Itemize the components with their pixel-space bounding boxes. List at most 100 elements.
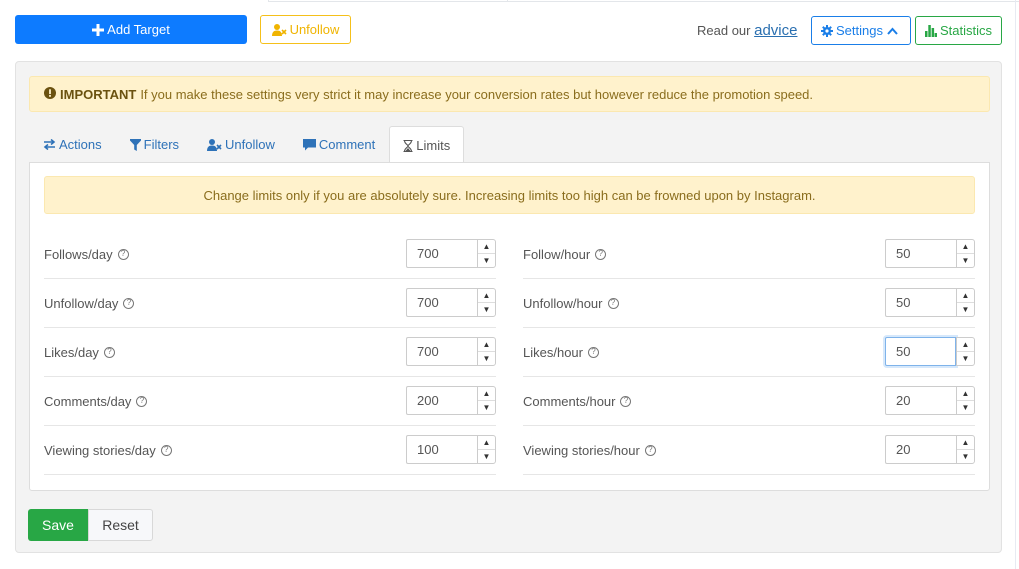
tab-bar: Actions Filters Unfollow Comment Limits <box>29 126 465 164</box>
help-icon[interactable]: ? <box>644 444 656 456</box>
help-icon[interactable]: ? <box>160 444 172 456</box>
increment-icon[interactable]: ▲ <box>957 436 974 450</box>
decrement-icon[interactable]: ▼ <box>478 303 495 316</box>
stepper-arrows: ▲ ▼ <box>477 238 496 268</box>
limits-alert-text: Change limits only if you are absolutely… <box>203 187 816 203</box>
help-icon[interactable]: ? <box>595 248 607 260</box>
stepper-arrows: ▲ ▼ <box>477 336 496 366</box>
limit-label: Comments/day? <box>44 394 148 409</box>
increment-icon[interactable]: ▲ <box>478 436 495 450</box>
chevron-up-icon <box>887 27 898 35</box>
save-button[interactable]: Save <box>28 509 88 541</box>
tab-label: Filters <box>143 137 180 152</box>
tab-actions[interactable]: Actions <box>29 126 116 163</box>
increment-icon[interactable]: ▲ <box>478 338 495 352</box>
filter-icon <box>129 138 141 151</box>
help-icon[interactable]: ? <box>620 395 632 407</box>
limit-input[interactable] <box>885 336 956 366</box>
limit-label: Comments/hour? <box>523 394 632 409</box>
limit-stepper: ▲▼ <box>885 287 975 317</box>
limit-input[interactable] <box>885 385 956 415</box>
reset-button[interactable]: Reset <box>88 509 153 541</box>
limit-input[interactable] <box>885 238 956 268</box>
increment-icon[interactable]: ▲ <box>957 387 974 401</box>
tab-unfollow[interactable]: Unfollow <box>193 126 289 163</box>
limit-label: Follow/hour? <box>523 246 607 262</box>
decrement-icon[interactable]: ▼ <box>957 303 974 316</box>
limit-label: Unfollow/day? <box>44 296 135 311</box>
limit-label: Follows/day? <box>44 247 129 262</box>
advice-text: Read our advice <box>697 22 797 39</box>
decrement-icon[interactable]: ▼ <box>957 401 974 414</box>
limit-input[interactable] <box>406 238 477 268</box>
stepper-arrows: ▲ ▼ <box>956 336 975 366</box>
tab-limits[interactable]: Limits <box>389 126 465 164</box>
stepper-arrows: ▲ ▼ <box>477 434 496 464</box>
limit-input[interactable] <box>406 385 477 415</box>
limit-stepper: ▲▼ <box>885 238 975 268</box>
increment-icon[interactable]: ▲ <box>957 338 974 352</box>
decrement-icon[interactable]: ▼ <box>478 401 495 414</box>
add-target-button[interactable]: Add Target <box>15 15 247 44</box>
limit-input[interactable] <box>406 434 477 464</box>
settings-label: Settings <box>836 23 883 38</box>
limit-input[interactable] <box>406 287 477 317</box>
user-times-icon <box>271 23 287 36</box>
advice-link[interactable]: advice <box>754 22 797 39</box>
statistics-button[interactable]: Statistics <box>915 16 1002 45</box>
limit-row: Comments/hour? ▲▼ <box>523 377 975 426</box>
decrement-icon[interactable]: ▼ <box>478 352 495 365</box>
decrement-icon[interactable]: ▼ <box>957 254 974 267</box>
help-icon[interactable]: ? <box>587 346 599 358</box>
important-alert: IMPORTANT If you make these settings ver… <box>29 76 990 112</box>
decrement-icon[interactable]: ▼ <box>478 450 495 463</box>
limit-label-text: Follow/hour <box>523 246 591 262</box>
increment-icon[interactable]: ▲ <box>957 289 974 303</box>
limit-input[interactable] <box>406 336 477 366</box>
limit-input[interactable] <box>885 434 956 464</box>
limits-alert: Change limits only if you are absolutely… <box>44 176 975 214</box>
decrement-icon[interactable]: ▼ <box>957 352 974 365</box>
tab-comment[interactable]: Comment <box>289 126 389 163</box>
limit-row: Viewing stories/day? ▲▼ <box>44 426 496 475</box>
exchange-icon <box>43 139 56 150</box>
advice-prefix: Read our <box>697 23 751 38</box>
help-icon[interactable]: ? <box>136 395 148 407</box>
help-icon[interactable]: ? <box>607 297 619 309</box>
limit-stepper: ▲▼ <box>885 434 975 464</box>
settings-panel: IMPORTANT If you make these settings ver… <box>15 61 1002 553</box>
help-icon[interactable]: ? <box>123 297 135 309</box>
limit-stepper: ▲▼ <box>406 434 496 464</box>
help-icon[interactable]: ? <box>117 248 129 260</box>
limit-row: Likes/day? ▲▼ <box>44 328 496 377</box>
statistics-label: Statistics <box>939 23 992 38</box>
unfollow-button[interactable]: Unfollow <box>260 15 351 44</box>
settings-button[interactable]: Settings <box>811 16 911 45</box>
limit-stepper: ▲▼ <box>406 287 496 317</box>
limit-label: Likes/hour? <box>523 345 599 360</box>
limit-input[interactable] <box>885 287 956 317</box>
hourly-limits-column: Follow/hour?▲▼Unfollow/hour?▲▼Likes/hour… <box>523 230 975 475</box>
plus-icon <box>92 23 105 36</box>
tab-filters[interactable]: Filters <box>116 126 193 163</box>
increment-icon[interactable]: ▲ <box>478 387 495 401</box>
increment-icon[interactable]: ▲ <box>478 240 495 254</box>
increment-icon[interactable]: ▲ <box>478 289 495 303</box>
tab-label: Unfollow <box>225 137 275 152</box>
stepper-arrows: ▲ ▼ <box>956 434 975 464</box>
limit-row: Viewing stories/hour? ▲▼ <box>523 426 975 475</box>
help-icon[interactable]: ? <box>103 346 115 358</box>
decrement-icon[interactable]: ▼ <box>957 450 974 463</box>
limit-row: Follow/hour? ▲▼ <box>523 230 975 279</box>
unfollow-label: Unfollow <box>289 22 340 37</box>
tab-label: Actions <box>59 137 102 152</box>
limit-row: Follows/day? ▲▼ <box>44 230 496 279</box>
limit-row: Unfollow/hour? ▲▼ <box>523 279 975 328</box>
stepper-arrows: ▲ ▼ <box>956 287 975 317</box>
stepper-arrows: ▲ ▼ <box>956 238 975 268</box>
limit-label: Likes/day? <box>44 345 115 360</box>
decrement-icon[interactable]: ▼ <box>478 254 495 267</box>
increment-icon[interactable]: ▲ <box>957 240 974 254</box>
limit-row: Unfollow/day? ▲▼ <box>44 279 496 328</box>
limit-label: Unfollow/hour? <box>523 296 619 311</box>
